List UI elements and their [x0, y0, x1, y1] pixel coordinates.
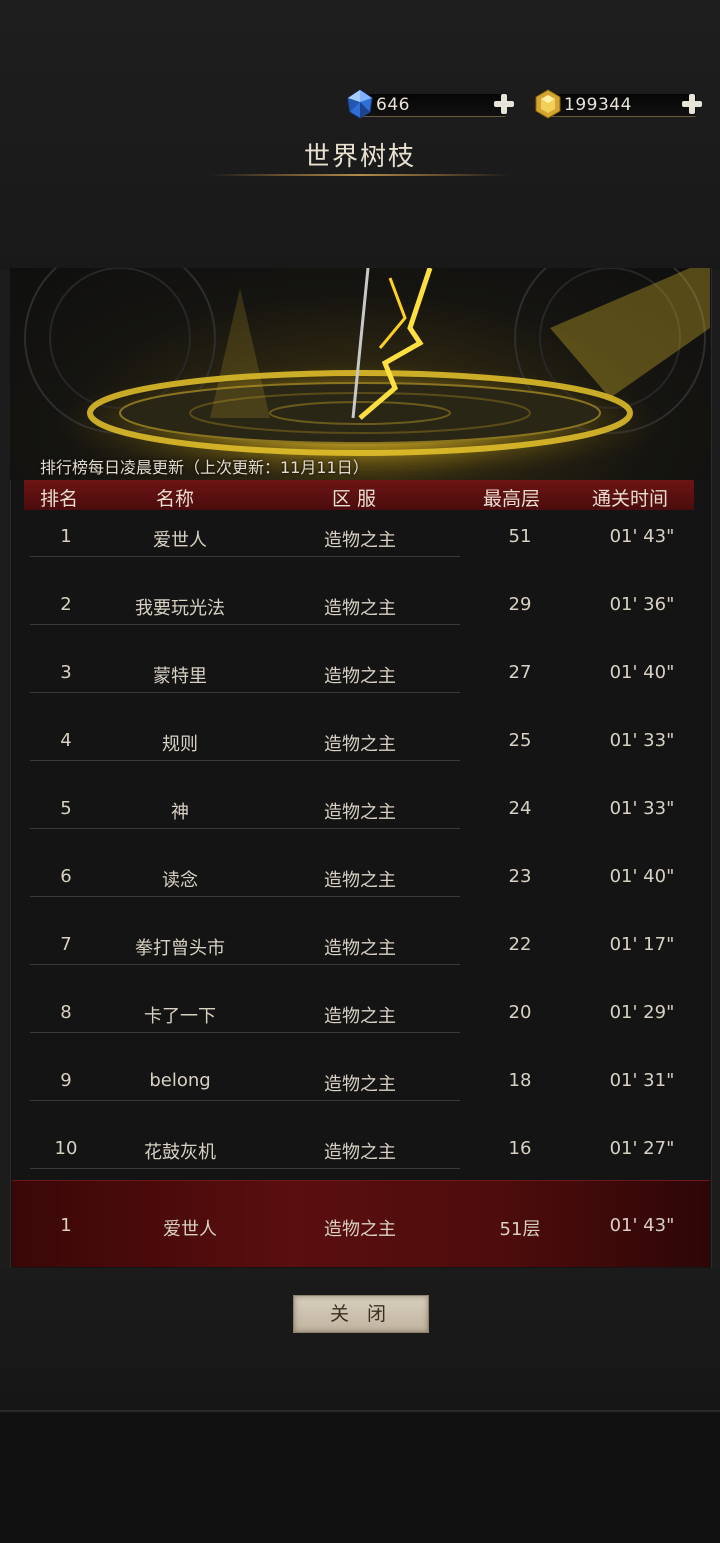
floor-cell: 51: [508, 526, 532, 547]
table-row: 4 规则 造物之主 25 01' 33": [30, 710, 690, 778]
rank-cell: 8: [60, 1002, 72, 1023]
time-cell: 01' 31": [609, 1070, 675, 1091]
rank-cell: 7: [60, 934, 72, 955]
name-cell: 我要玩光法: [135, 598, 225, 619]
name-cell: 花鼓灰机: [144, 1142, 216, 1163]
bottom-frame: [0, 1410, 720, 1543]
name-cell: belong: [149, 1070, 211, 1091]
diamond-currency: 646: [344, 89, 520, 120]
name-cell: 神: [171, 802, 189, 823]
world-tree-artwork: [24, 268, 710, 480]
name-cell: 爱世人: [153, 530, 207, 551]
floor-cell: 23: [508, 866, 532, 887]
my-rank: 1: [60, 1215, 72, 1236]
my-server: 造物之主: [324, 1219, 396, 1240]
name-cell: 拳打曾头市: [135, 938, 225, 959]
rank-cell: 6: [60, 866, 72, 887]
server-cell: 造物之主: [324, 598, 396, 619]
floor-cell: 25: [508, 730, 532, 751]
row-divider: [30, 624, 460, 625]
row-divider: [30, 964, 460, 965]
my-floor: 51层: [499, 1219, 541, 1240]
server-cell: 造物之主: [324, 870, 396, 891]
my-rank-row: 1 爱世人 造物之主 51层 01' 43": [12, 1180, 710, 1267]
rank-cell: 3: [60, 662, 72, 683]
blue-gem-icon: [347, 89, 373, 119]
server-cell: 造物之主: [324, 1074, 396, 1095]
my-time: 01' 43": [609, 1215, 675, 1236]
name-cell: 蒙特里: [153, 666, 207, 687]
close-button[interactable]: 关 闭: [293, 1295, 429, 1333]
table-row: 10 花鼓灰机 造物之主 16 01' 27": [30, 1118, 690, 1186]
row-divider: [30, 1032, 460, 1033]
table-row: 8 卡了一下 造物之主 20 01' 29": [30, 982, 690, 1050]
floor-cell: 24: [508, 798, 532, 819]
rank-cell: 10: [54, 1138, 78, 1159]
time-cell: 01' 33": [609, 730, 675, 751]
top-background: [0, 0, 720, 270]
table-row: 5 神 造物之主 24 01' 33": [30, 778, 690, 846]
floor-cell: 27: [508, 662, 532, 683]
title-divider: [210, 174, 510, 176]
server-cell: 造物之主: [324, 666, 396, 687]
diamond-amount: 646: [376, 95, 410, 115]
server-cell: 造物之主: [324, 1006, 396, 1027]
rank-cell: 4: [60, 730, 72, 751]
floor-cell: 29: [508, 594, 532, 615]
time-cell: 01' 17": [609, 934, 675, 955]
row-divider: [30, 1100, 460, 1101]
time-cell: 01' 43": [609, 526, 675, 547]
name-cell: 卡了一下: [144, 1006, 216, 1027]
rank-cell: 9: [60, 1070, 72, 1091]
page-title: 世界树枝: [303, 142, 416, 172]
time-cell: 01' 33": [609, 798, 675, 819]
gold-gem-icon: [535, 89, 561, 119]
table-row: 6 读念 造物之主 23 01' 40": [30, 846, 690, 914]
add-diamond-plus-icon[interactable]: [492, 92, 516, 116]
table-row: 7 拳打曾头市 造物之主 22 01' 17": [30, 914, 690, 982]
row-divider: [30, 896, 460, 897]
floor-cell: 22: [508, 934, 532, 955]
name-cell: 规则: [162, 734, 198, 755]
row-divider: [30, 692, 460, 693]
table-row: 2 我要玩光法 造物之主 29 01' 36": [30, 574, 690, 642]
floor-cell: 16: [508, 1138, 532, 1159]
add-gold-plus-icon[interactable]: [680, 92, 704, 116]
row-divider: [30, 556, 460, 557]
time-cell: 01' 40": [609, 866, 675, 887]
server-cell: 造物之主: [324, 530, 396, 551]
time-cell: 01' 36": [609, 594, 675, 615]
row-divider: [30, 828, 460, 829]
row-divider: [30, 1168, 460, 1169]
table-row: 9 belong 造物之主 18 01' 31": [30, 1050, 690, 1118]
server-cell: 造物之主: [324, 1142, 396, 1163]
floor-cell: 20: [508, 1002, 532, 1023]
name-cell: 读念: [162, 870, 198, 891]
floor-cell: 18: [508, 1070, 532, 1091]
server-cell: 造物之主: [324, 938, 396, 959]
rank-cell: 5: [60, 798, 72, 819]
table-row: 1 爱世人 造物之主 51 01' 43": [30, 506, 690, 574]
gold-currency: 199344: [532, 89, 712, 120]
table-row: 3 蒙特里 造物之主 27 01' 40": [30, 642, 690, 710]
my-name: 爱世人: [163, 1219, 217, 1240]
rank-cell: 2: [60, 594, 72, 615]
world-tree-banner: [10, 268, 710, 480]
server-cell: 造物之主: [324, 734, 396, 755]
server-cell: 造物之主: [324, 802, 396, 823]
update-notice: 排行榜每日凌晨更新（上次更新：11月11日）: [40, 458, 369, 477]
time-cell: 01' 27": [609, 1138, 675, 1159]
time-cell: 01' 40": [609, 662, 675, 683]
rank-cell: 1: [60, 526, 72, 547]
gold-amount: 199344: [564, 95, 632, 115]
row-divider: [30, 760, 460, 761]
time-cell: 01' 29": [609, 1002, 675, 1023]
bottom-background: [0, 1268, 720, 1418]
